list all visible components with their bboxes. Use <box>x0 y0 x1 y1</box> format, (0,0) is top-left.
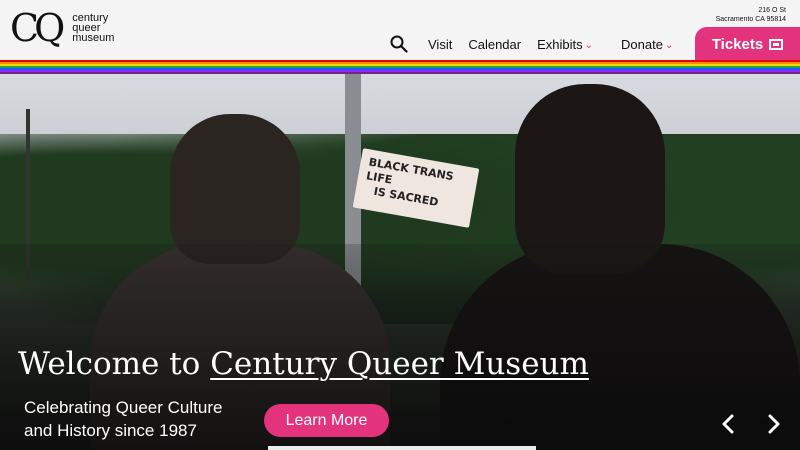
hero-subtitle-line-1: Celebrating Queer Culture <box>24 398 223 417</box>
learn-more-label: Learn More <box>285 411 368 429</box>
hero-title-prefix: Welcome to <box>18 346 201 382</box>
chevron-down-icon: ⌄ <box>664 39 674 51</box>
logo-line-museum: museum <box>72 32 115 44</box>
chevron-left-icon[interactable] <box>720 414 738 434</box>
nav-item-donate[interactable]: Donate ⌄ <box>621 37 673 52</box>
learn-more-button[interactable]: Learn More <box>264 404 389 437</box>
hero-banner: BLACK TRANS LIFE IS SACRED Welcome to Ce… <box>0 74 800 450</box>
main-nav: Visit Calendar Exhibits ⌄ Donate ⌄ <box>388 34 689 54</box>
rainbow-stripe <box>0 60 800 74</box>
hero-subtitle-line-2: and History since 1987 <box>24 421 197 440</box>
logo[interactable]: CQ century queer museum <box>10 9 114 47</box>
ticket-icon <box>769 38 784 50</box>
search-icon[interactable] <box>388 34 410 54</box>
chevron-right-icon[interactable] <box>766 414 784 434</box>
hero-subtitle: Celebrating Queer Culture and History si… <box>24 396 222 442</box>
tickets-label: Tickets <box>711 35 764 53</box>
nav-item-label: Donate <box>621 36 663 52</box>
nav-item-label: Exhibits <box>537 36 583 52</box>
nav-item-label: Visit <box>428 36 453 52</box>
hero-title-link[interactable]: Century Queer Museum <box>210 346 589 382</box>
nav-item-label: Calendar <box>468 36 522 52</box>
logo-text: century queer museum <box>72 13 115 44</box>
tickets-button[interactable]: Tickets <box>695 27 800 61</box>
hero-title: Welcome to Century Queer Museum <box>18 346 589 382</box>
address-street: 216 O St <box>758 7 786 14</box>
slide-progress-bar <box>268 446 536 450</box>
chevron-down-icon: ⌄ <box>584 39 594 51</box>
site-header: CQ century queer museum 216 O St Sacrame… <box>0 0 800 61</box>
nav-item-exhibits[interactable]: Exhibits ⌄ <box>537 37 593 52</box>
logo-mark: CQ <box>10 6 65 50</box>
person-left-head <box>170 114 300 264</box>
address-city: Sacramento CA 95814 <box>715 16 786 23</box>
address: 216 O St Sacramento CA 95814 <box>716 6 786 24</box>
nav-item-calendar[interactable]: Calendar <box>468 37 521 52</box>
nav-item-visit[interactable]: Visit <box>428 37 452 52</box>
